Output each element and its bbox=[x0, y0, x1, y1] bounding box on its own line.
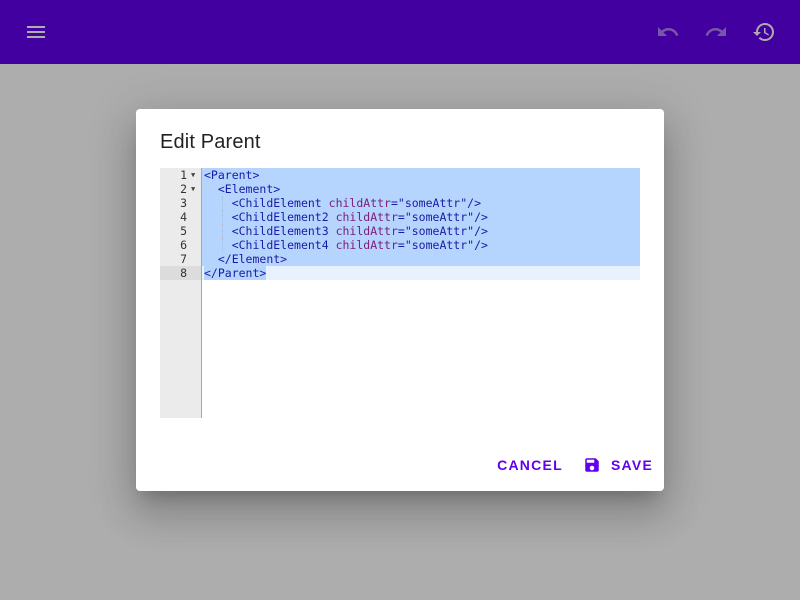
save-button-label: SAVE bbox=[610, 457, 654, 473]
code-line: <ChildElement childAttr="someAttr"/> bbox=[202, 196, 640, 210]
gutter-line: 4 bbox=[160, 210, 201, 224]
code-line-text: </Element> bbox=[217, 252, 288, 266]
line-number: 7 bbox=[180, 252, 187, 266]
gutter-line: 2 ▼ bbox=[160, 182, 201, 196]
code-line-text: <ChildElement3 childAttr="someAttr"/> bbox=[231, 224, 488, 238]
cancel-button-label: CANCEL bbox=[497, 457, 563, 473]
code-line: <ChildElement2 childAttr="someAttr"/> bbox=[202, 210, 640, 224]
fold-arrow-icon[interactable]: ▼ bbox=[191, 168, 195, 182]
save-icon bbox=[583, 456, 601, 474]
code-line-text: <Parent> bbox=[204, 168, 260, 182]
fold-arrow-icon[interactable]: ▼ bbox=[191, 182, 195, 196]
code-editor[interactable]: 1 ▼ 2 ▼ 3 4 5 6 7 8 <Parent> <Element> <… bbox=[160, 168, 640, 418]
gutter-line-active: 8 bbox=[160, 266, 201, 280]
line-number: 8 bbox=[180, 266, 187, 280]
code-line-text: <Element> bbox=[217, 182, 281, 196]
code-line-text: </Parent> bbox=[204, 266, 267, 280]
code-line-active: </Parent> bbox=[202, 266, 640, 280]
gutter-line: 1 ▼ bbox=[160, 168, 201, 182]
gutter-line: 3 bbox=[160, 196, 201, 210]
code-line-text: <ChildElement2 childAttr="someAttr"/> bbox=[231, 210, 488, 224]
code-line: <ChildElement3 childAttr="someAttr"/> bbox=[202, 224, 640, 238]
dialog-actions: CANCEL SAVE bbox=[136, 447, 664, 483]
cancel-button[interactable]: CANCEL bbox=[492, 447, 568, 483]
dialog-title: Edit Parent bbox=[160, 131, 261, 153]
line-number: 2 bbox=[180, 182, 187, 196]
line-number: 3 bbox=[180, 196, 187, 210]
line-number: 1 bbox=[180, 168, 187, 182]
code-line: <Parent> bbox=[202, 168, 640, 182]
edit-dialog: Edit Parent 1 ▼ 2 ▼ 3 4 5 6 7 8 <Parent>… bbox=[136, 109, 664, 491]
code-line-text: <ChildElement4 childAttr="someAttr"/> bbox=[231, 238, 488, 252]
code-line: </Element> bbox=[202, 252, 640, 266]
save-button[interactable]: SAVE bbox=[580, 447, 656, 483]
gutter-line: 6 bbox=[160, 238, 201, 252]
code-area[interactable]: <Parent> <Element> <ChildElement childAt… bbox=[202, 168, 640, 418]
gutter-line: 7 bbox=[160, 252, 201, 266]
code-line-text: <ChildElement childAttr="someAttr"/> bbox=[231, 196, 482, 210]
editor-gutter: 1 ▼ 2 ▼ 3 4 5 6 7 8 bbox=[160, 168, 202, 418]
line-number: 5 bbox=[180, 224, 187, 238]
line-number: 6 bbox=[180, 238, 187, 252]
gutter-line: 5 bbox=[160, 224, 201, 238]
code-line: <Element> bbox=[202, 182, 640, 196]
line-number: 4 bbox=[180, 210, 187, 224]
code-line: <ChildElement4 childAttr="someAttr"/> bbox=[202, 238, 640, 252]
